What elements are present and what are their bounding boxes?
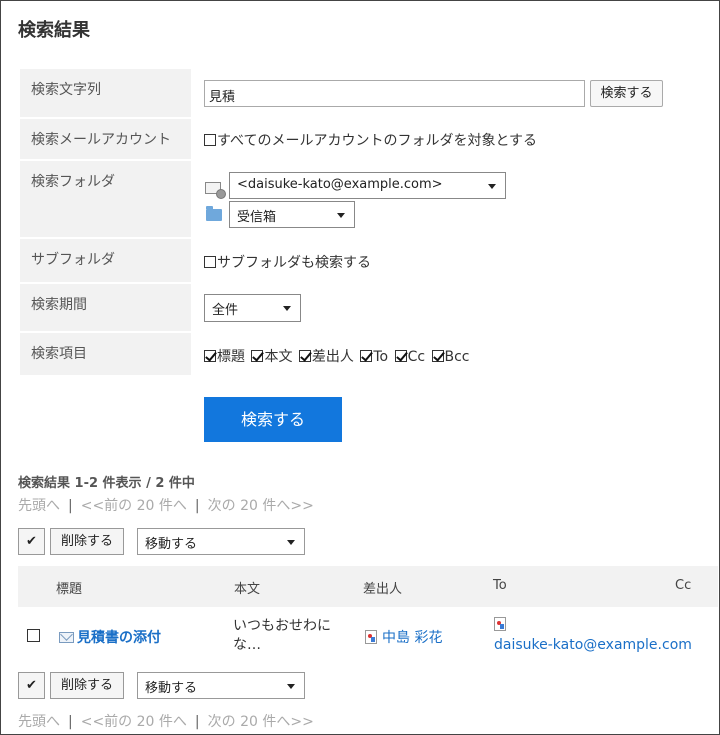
item-body[interactable]: 本文 <box>251 349 294 365</box>
pager-bottom: 先頭へ | <<前の 20 件へ | 次の 20 件へ>> <box>18 711 314 731</box>
item-subject[interactable]: 標題 <box>204 349 247 365</box>
pager-prev: <<前の 20 件へ <box>80 498 187 514</box>
row-checkbox[interactable] <box>27 629 40 642</box>
all-accounts-checkbox[interactable] <box>204 134 216 146</box>
row-sender-link[interactable]: 中島 彩花 <box>382 630 442 646</box>
item-sender-label: 差出人 <box>311 349 354 365</box>
all-accounts-option[interactable]: すべてのメールアカウントのフォルダを対象とする <box>204 130 539 150</box>
chevron-down-icon <box>287 540 295 545</box>
items-row: 検索項目 標題 本文 差出人 To Cc Bcc <box>20 333 700 375</box>
item-cc[interactable]: Cc <box>394 349 427 365</box>
keyword-search-button[interactable]: 検索する <box>590 80 663 107</box>
delete-button[interactable]: 削除する <box>50 528 124 555</box>
keyword-input[interactable]: 見積 <box>204 80 585 107</box>
folder-select-value: 受信箱 <box>237 210 277 225</box>
row-body-line: な… <box>233 637 261 653</box>
pager-first: 先頭へ <box>18 498 60 514</box>
user-icon <box>365 630 377 644</box>
mail-account-icon <box>205 182 226 199</box>
subfolder-text: サブフォルダも検索する <box>217 255 371 271</box>
folder-select[interactable]: 受信箱 <box>229 201 355 228</box>
search-items: 標題 本文 差出人 To Cc Bcc <box>204 346 472 366</box>
column-body: 本文 <box>234 582 261 597</box>
pager-top: 先頭へ | <<前の 20 件へ | 次の 20 件へ>> <box>18 495 314 515</box>
chevron-down-icon <box>488 184 496 189</box>
item-subject-label: 標題 <box>217 349 245 365</box>
pager-next: 次の 20 件へ>> <box>207 498 314 514</box>
subfolder-label: サブフォルダ <box>20 239 191 282</box>
item-subject-checkbox[interactable] <box>204 350 216 362</box>
pager-separator: | <box>68 498 73 514</box>
user-icon <box>494 617 506 631</box>
item-to-checkbox[interactable] <box>360 350 373 362</box>
pager-next: 次の 20 件へ>> <box>207 714 314 730</box>
mail-icon <box>59 632 74 643</box>
move-select-value: 移動する <box>145 537 198 552</box>
items-label: 検索項目 <box>20 333 191 375</box>
account-label: 検索メールアカウント <box>20 119 191 159</box>
folder-label: 検索フォルダ <box>20 161 191 237</box>
row-to[interactable]: daisuke-kato@example.com <box>494 615 692 655</box>
results-table-header: 標題 本文 差出人 To Cc <box>18 566 718 607</box>
keyword-label: 検索文字列 <box>20 69 191 117</box>
column-to: To <box>493 578 507 593</box>
pager-separator: | <box>194 498 200 514</box>
item-to[interactable]: To <box>360 349 390 365</box>
pager-separator: | <box>68 714 73 730</box>
row-to-link[interactable]: daisuke-kato@example.com <box>494 635 692 655</box>
period-row: 検索期間 全件 <box>20 284 700 331</box>
row-body-line: いつもおせわに <box>233 618 331 634</box>
search-button[interactable]: 検索する <box>204 397 342 442</box>
item-bcc-checkbox[interactable] <box>431 350 444 362</box>
item-bcc[interactable]: Bcc <box>431 349 472 365</box>
row-sender[interactable]: 中島 彩花 <box>365 627 442 647</box>
account-select-value: <daisuke-kato@example.com> <box>237 177 443 192</box>
chevron-down-icon <box>337 213 345 218</box>
item-body-checkbox[interactable] <box>251 350 264 362</box>
subfolder-option[interactable]: サブフォルダも検索する <box>204 252 373 272</box>
account-select[interactable]: <daisuke-kato@example.com> <box>229 172 506 199</box>
keyword-row: 検索文字列 見積 検索する <box>20 69 700 117</box>
window-frame: 検索結果 検索文字列 見積 検索する 検索メールアカウント すべてのメールアカウ… <box>0 0 720 735</box>
row-body: いつもおせわに な… <box>233 617 331 655</box>
row-subject[interactable]: 見積書の添付 <box>59 627 161 647</box>
chevron-down-icon <box>287 684 295 689</box>
move-select-bottom[interactable]: 移動する <box>137 672 305 699</box>
period-select-value: 全件 <box>212 303 239 318</box>
move-select-bottom-value: 移動する <box>145 681 198 696</box>
subfolder-row: サブフォルダ サブフォルダも検索する <box>20 239 700 282</box>
item-body-label: 本文 <box>264 349 293 365</box>
period-select[interactable]: 全件 <box>204 294 301 322</box>
column-sender: 差出人 <box>363 582 403 597</box>
item-sender[interactable]: 差出人 <box>298 349 356 365</box>
item-cc-label: Cc <box>407 349 426 365</box>
pager-first: 先頭へ <box>18 714 60 730</box>
check-all-button[interactable]: ✔ <box>18 528 45 555</box>
item-bcc-label: Bcc <box>444 349 470 365</box>
item-cc-checkbox[interactable] <box>394 350 407 362</box>
pager-separator: | <box>194 714 200 730</box>
item-sender-checkbox[interactable] <box>298 350 311 362</box>
folder-row: 検索フォルダ <daisuke-kato@example.com> 受信箱 <box>20 161 700 237</box>
period-label: 検索期間 <box>20 284 191 331</box>
check-all-button-bottom[interactable]: ✔ <box>18 672 45 699</box>
pager-prev: <<前の 20 件へ <box>80 714 187 730</box>
move-select[interactable]: 移動する <box>137 528 305 555</box>
account-row: 検索メールアカウント すべてのメールアカウントのフォルダを対象とする <box>20 119 700 159</box>
row-subject-link[interactable]: 見積書の添付 <box>77 630 161 646</box>
results-summary: 検索結果 1-2 件表示 / 2 件中 <box>18 476 195 491</box>
column-subject: 標題 <box>56 582 83 597</box>
chevron-down-icon <box>283 306 291 311</box>
item-to-label: To <box>373 349 389 365</box>
all-accounts-text: すべてのメールアカウントのフォルダを対象とする <box>217 133 538 149</box>
column-cc: Cc <box>675 578 692 593</box>
page-title: 検索結果 <box>18 20 90 41</box>
subfolder-checkbox[interactable] <box>204 256 216 268</box>
folder-icon <box>206 206 222 221</box>
delete-button-bottom[interactable]: 削除する <box>50 672 124 699</box>
